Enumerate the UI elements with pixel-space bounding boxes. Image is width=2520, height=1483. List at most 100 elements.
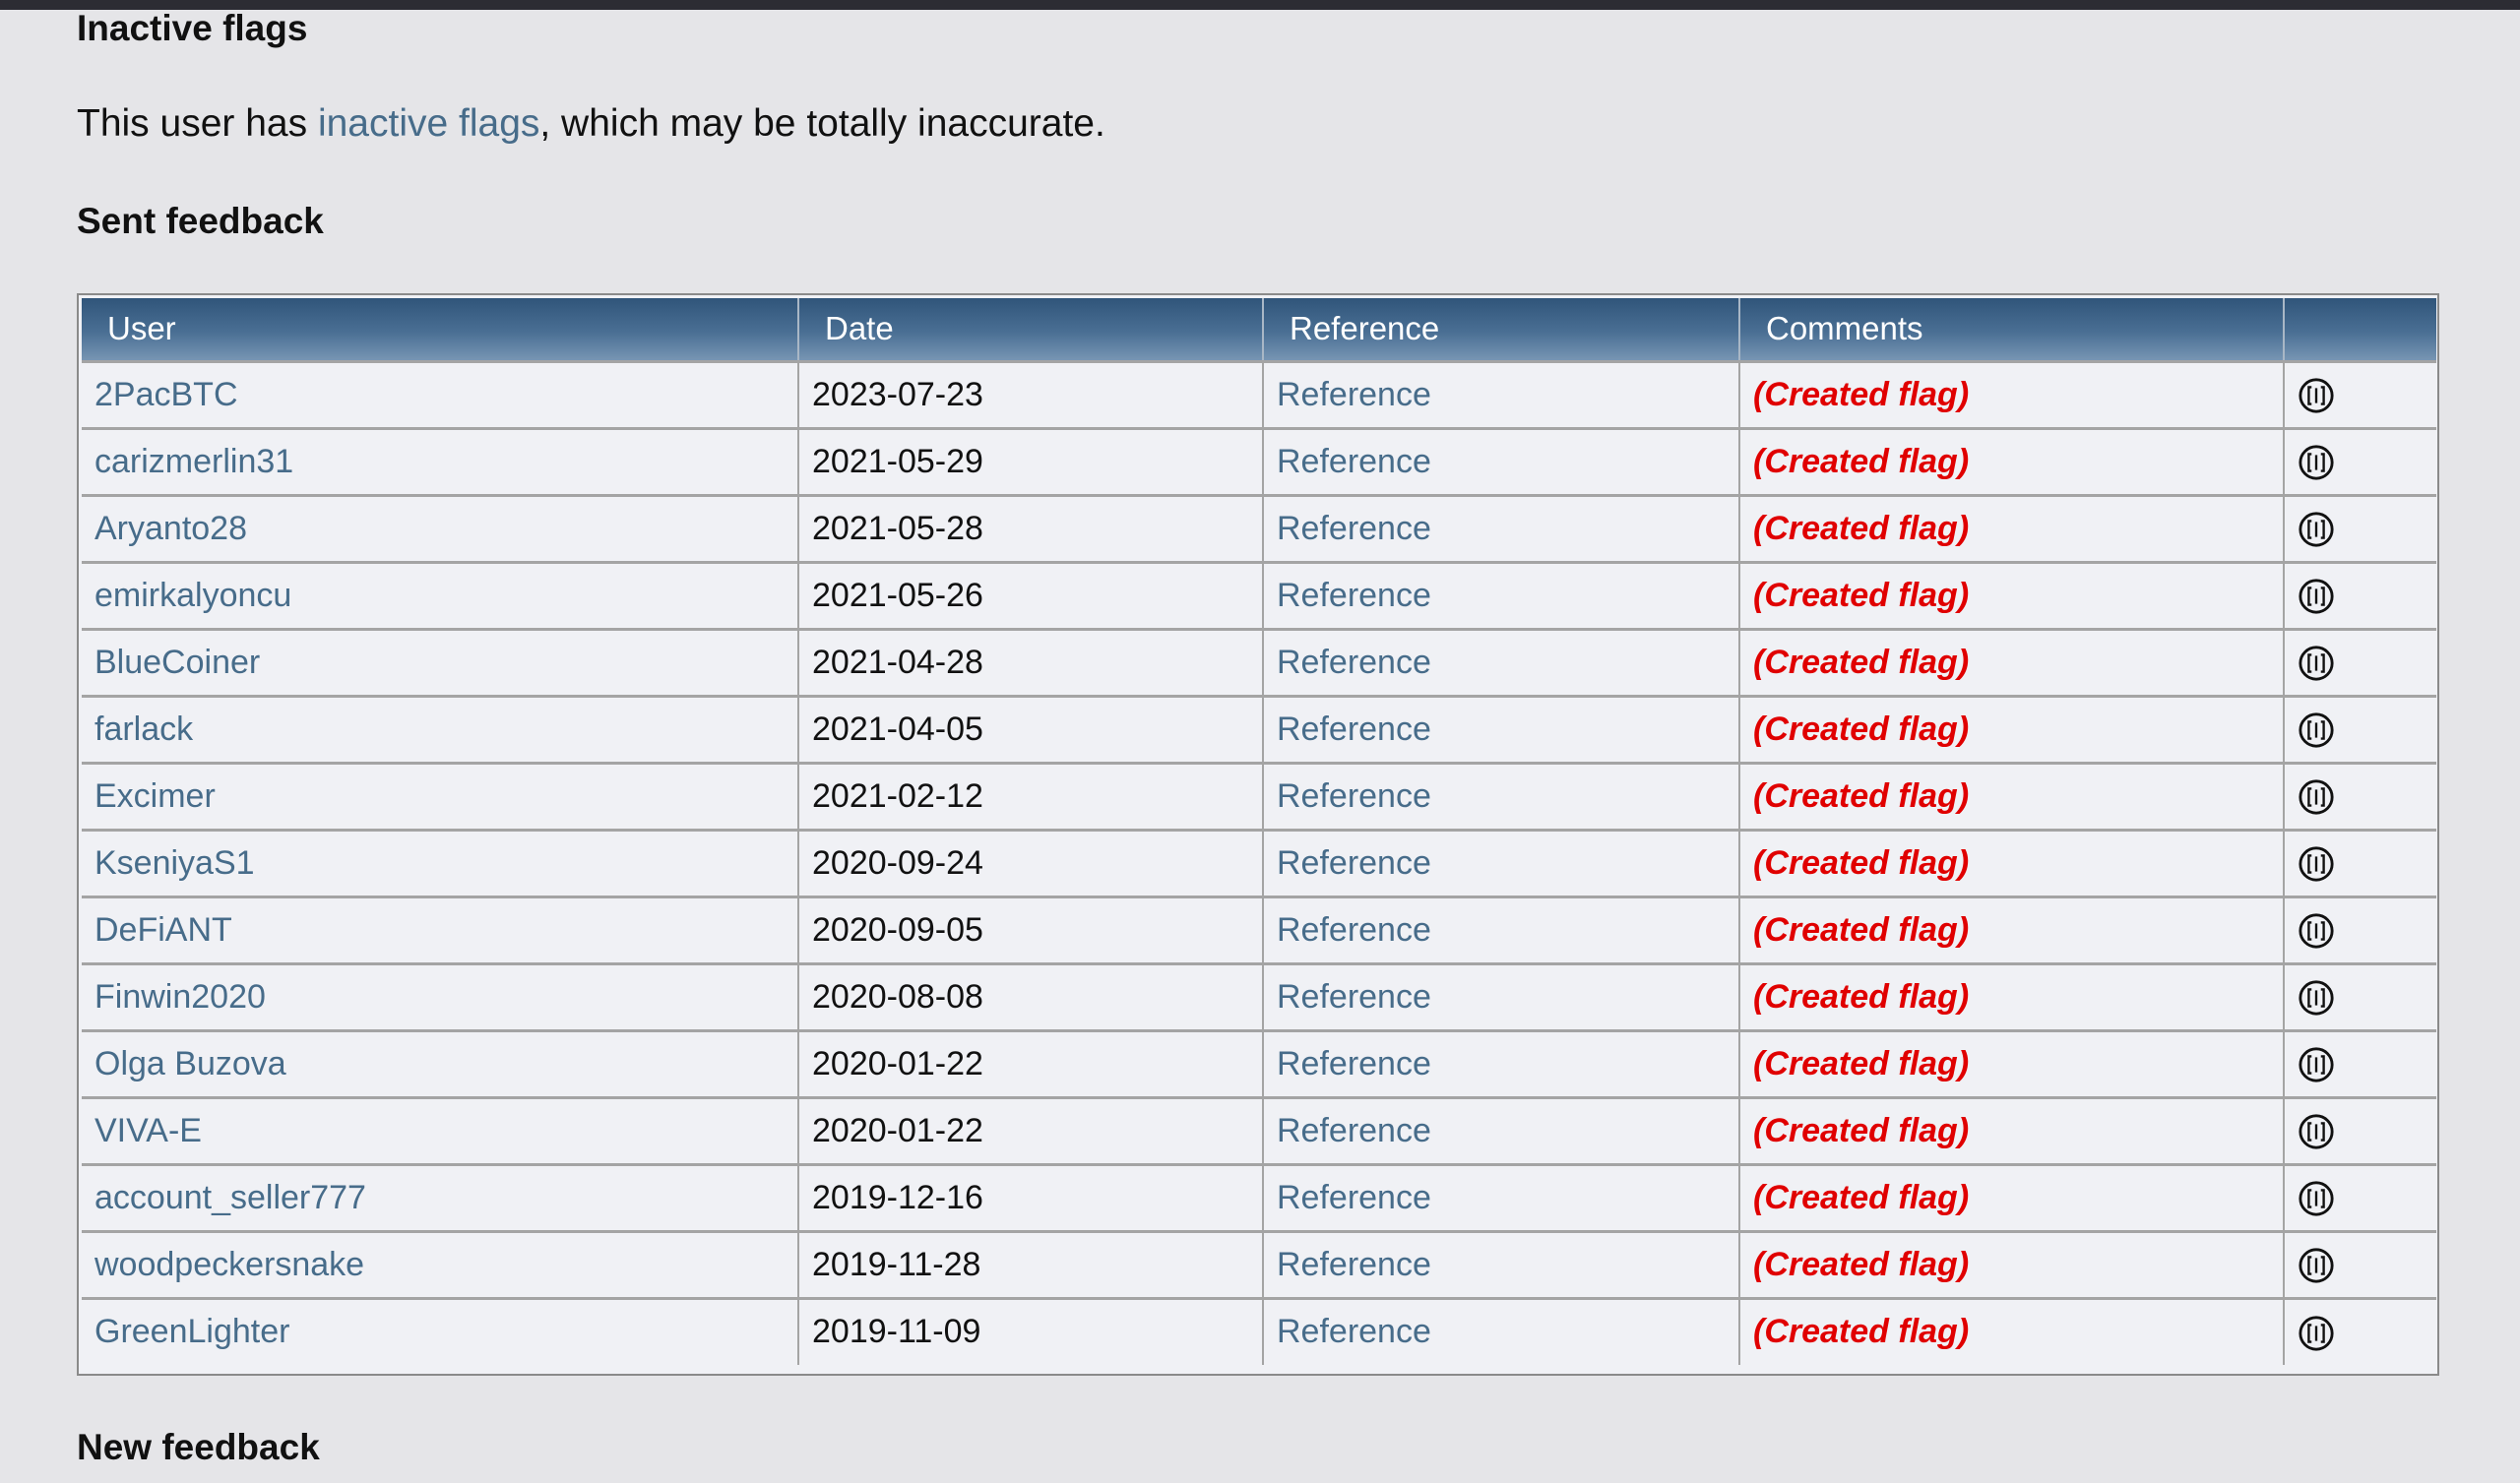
user-link[interactable]: Olga Buzova	[94, 1045, 286, 1082]
column-header-reference: Reference	[1263, 298, 1740, 361]
comment-cell: (Created flag)	[1739, 1296, 2285, 1365]
user-link[interactable]: Finwin2020	[94, 978, 266, 1016]
table-row: Aryanto28 2021-05-28 Reference (Created …	[82, 493, 2436, 562]
date-cell: 2019-12-16	[798, 1162, 1264, 1231]
inactive-flags-link[interactable]: inactive flags	[318, 102, 539, 145]
comment-cell: (Created flag)	[1739, 961, 2285, 1030]
date-cell: 2021-05-29	[798, 426, 1264, 495]
column-header-comments: Comments	[1739, 298, 2285, 361]
user-link[interactable]: KseniyaS1	[94, 844, 255, 882]
date-cell: 2020-09-24	[798, 828, 1264, 896]
info-circle-icon[interactable]	[2298, 1315, 2335, 1352]
info-circle-icon[interactable]	[2298, 578, 2335, 615]
user-link[interactable]: carizmerlin31	[94, 443, 293, 480]
date-cell: 2021-05-26	[798, 560, 1264, 629]
user-link[interactable]: BlueCoiner	[94, 644, 260, 681]
reference-link[interactable]: Reference	[1277, 1112, 1431, 1149]
date-cell: 2023-07-23	[798, 359, 1264, 428]
info-circle-icon[interactable]	[2298, 1180, 2335, 1217]
reference-link[interactable]: Reference	[1277, 1313, 1431, 1350]
table-row: DeFiANT 2020-09-05 Reference (Created fl…	[82, 895, 2436, 963]
reference-link[interactable]: Reference	[1277, 711, 1431, 748]
column-header-actions	[2284, 298, 2436, 361]
date-cell: 2021-04-28	[798, 627, 1264, 696]
new-feedback-heading: New feedback	[77, 1427, 320, 1467]
user-link[interactable]: GreenLighter	[94, 1313, 289, 1350]
table-body: 2PacBTC 2023-07-23 Reference (Created fl…	[82, 359, 2436, 1365]
reference-link[interactable]: Reference	[1277, 1179, 1431, 1216]
table-row: emirkalyoncu 2021-05-26 Reference (Creat…	[82, 560, 2436, 629]
intro-prefix: This user has	[77, 102, 318, 145]
info-circle-icon[interactable]	[2298, 377, 2335, 414]
comment-cell: (Created flag)	[1739, 493, 2285, 562]
info-circle-icon[interactable]	[2298, 1113, 2335, 1150]
inactive-flags-heading: Inactive flags	[77, 8, 308, 48]
date-cell: 2021-04-05	[798, 694, 1264, 763]
reference-link[interactable]: Reference	[1277, 443, 1431, 480]
date-cell: 2021-05-28	[798, 493, 1264, 562]
sent-feedback-heading: Sent feedback	[77, 201, 324, 241]
reference-link[interactable]: Reference	[1277, 844, 1431, 882]
table-row: 2PacBTC 2023-07-23 Reference (Created fl…	[82, 359, 2436, 428]
comment-cell: (Created flag)	[1739, 627, 2285, 696]
user-link[interactable]: VIVA-E	[94, 1112, 202, 1149]
comment-cell: (Created flag)	[1739, 895, 2285, 963]
reference-link[interactable]: Reference	[1277, 510, 1431, 547]
date-cell: 2020-09-05	[798, 895, 1264, 963]
info-circle-icon[interactable]	[2298, 1046, 2335, 1083]
date-cell: 2021-02-12	[798, 761, 1264, 830]
column-header-date: Date	[798, 298, 1264, 361]
table-row: Excimer 2021-02-12 Reference (Created fl…	[82, 761, 2436, 830]
user-link[interactable]: farlack	[94, 711, 193, 748]
comment-cell: (Created flag)	[1739, 1095, 2285, 1164]
info-circle-icon[interactable]	[2298, 444, 2335, 481]
top-bar	[0, 0, 2520, 10]
user-link[interactable]: account_seller777	[94, 1179, 366, 1216]
user-link[interactable]: DeFiANT	[94, 911, 232, 949]
info-circle-icon[interactable]	[2298, 711, 2335, 749]
info-circle-icon[interactable]	[2298, 912, 2335, 950]
info-circle-icon[interactable]	[2298, 645, 2335, 682]
comment-cell: (Created flag)	[1739, 761, 2285, 830]
reference-link[interactable]: Reference	[1277, 577, 1431, 614]
inactive-flags-intro: This user has inactive flags, which may …	[77, 102, 1105, 146]
table-row: Finwin2020 2020-08-08 Reference (Created…	[82, 961, 2436, 1030]
table-row: account_seller777 2019-12-16 Reference (…	[82, 1162, 2436, 1231]
comment-cell: (Created flag)	[1739, 1229, 2285, 1298]
reference-link[interactable]: Reference	[1277, 1045, 1431, 1082]
column-header-user: User	[82, 298, 799, 361]
sent-feedback-table-container: User Date Reference Comments 2PacBTC 202…	[77, 293, 2439, 1376]
user-link[interactable]: Aryanto28	[94, 510, 247, 547]
table-row: Olga Buzova 2020-01-22 Reference (Create…	[82, 1028, 2436, 1097]
table-row: farlack 2021-04-05 Reference (Created fl…	[82, 694, 2436, 763]
table-row: BlueCoiner 2021-04-28 Reference (Created…	[82, 627, 2436, 696]
reference-link[interactable]: Reference	[1277, 376, 1431, 413]
date-cell: 2019-11-28	[798, 1229, 1264, 1298]
comment-cell: (Created flag)	[1739, 1028, 2285, 1097]
reference-link[interactable]: Reference	[1277, 911, 1431, 949]
user-link[interactable]: Excimer	[94, 777, 216, 815]
comment-cell: (Created flag)	[1739, 359, 2285, 428]
comment-cell: (Created flag)	[1739, 560, 2285, 629]
comment-cell: (Created flag)	[1739, 426, 2285, 495]
reference-link[interactable]: Reference	[1277, 978, 1431, 1016]
table-row: carizmerlin31 2021-05-29 Reference (Crea…	[82, 426, 2436, 495]
sent-feedback-table: User Date Reference Comments 2PacBTC 202…	[82, 298, 2436, 1365]
info-circle-icon[interactable]	[2298, 511, 2335, 548]
comment-cell: (Created flag)	[1739, 694, 2285, 763]
reference-link[interactable]: Reference	[1277, 644, 1431, 681]
reference-link[interactable]: Reference	[1277, 777, 1431, 815]
info-circle-icon[interactable]	[2298, 1247, 2335, 1284]
info-circle-icon[interactable]	[2298, 845, 2335, 883]
info-circle-icon[interactable]	[2298, 778, 2335, 816]
table-row: woodpeckersnake 2019-11-28 Reference (Cr…	[82, 1229, 2436, 1298]
table-header-row: User Date Reference Comments	[82, 298, 2436, 361]
date-cell: 2020-08-08	[798, 961, 1264, 1030]
date-cell: 2020-01-22	[798, 1028, 1264, 1097]
user-link[interactable]: 2PacBTC	[94, 376, 238, 413]
reference-link[interactable]: Reference	[1277, 1246, 1431, 1283]
table-row: VIVA-E 2020-01-22 Reference (Created fla…	[82, 1095, 2436, 1164]
user-link[interactable]: woodpeckersnake	[94, 1246, 364, 1283]
user-link[interactable]: emirkalyoncu	[94, 577, 291, 614]
info-circle-icon[interactable]	[2298, 979, 2335, 1017]
